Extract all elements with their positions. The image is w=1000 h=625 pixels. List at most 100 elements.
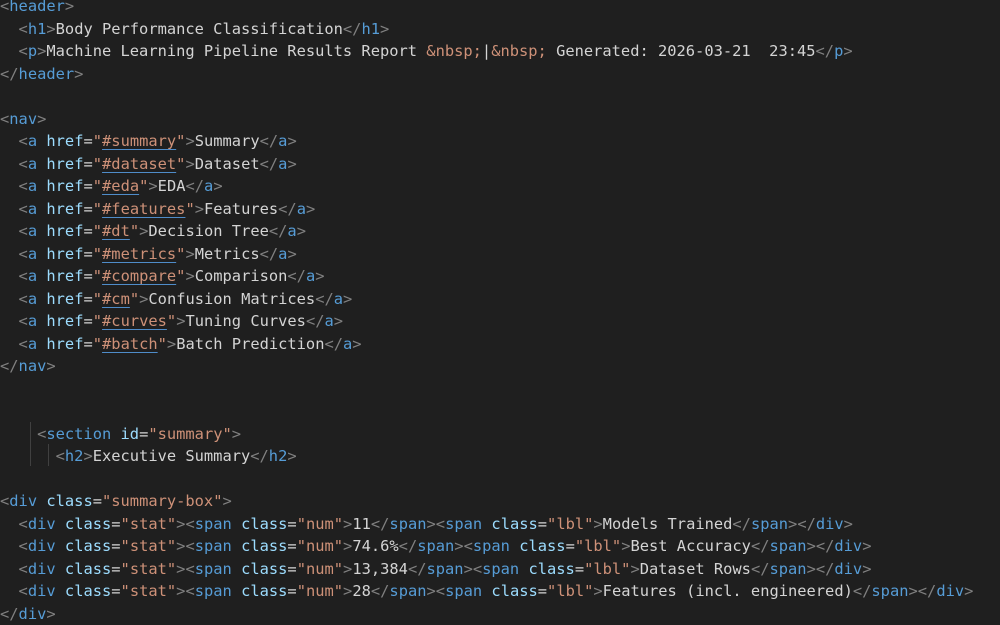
token-punc: </ [250, 447, 269, 465]
token-ent: &nbsp; [491, 42, 547, 60]
token-text [37, 290, 46, 308]
code-line[interactable]: <a href="#dataset">Dataset</a> [0, 153, 1000, 176]
code-line[interactable]: <div class="stat"><span class="num">13,3… [0, 558, 1000, 581]
code-line[interactable]: <a href="#features">Features</a> [0, 198, 1000, 221]
token-text: Body Performance Classification [56, 20, 343, 38]
token-tag: div [19, 605, 47, 623]
token-punc: > [464, 560, 473, 578]
code-line[interactable]: <p>Machine Learning Pipeline Results Rep… [0, 40, 1000, 63]
code-line[interactable]: <div class="stat"><span class="num">74.6… [0, 535, 1000, 558]
token-tag: div [28, 582, 56, 600]
code-line[interactable]: <div class="stat"><span class="num">28</… [0, 580, 1000, 603]
token-link[interactable]: #eda [102, 177, 139, 195]
token-str: "stat" [121, 537, 177, 555]
token-punc: < [19, 42, 28, 60]
token-punc: > [343, 537, 352, 555]
token-punc: < [19, 267, 28, 285]
token-tag: div [936, 582, 964, 600]
token-punc: < [19, 582, 28, 600]
token-punc: < [436, 515, 445, 533]
line-indent [0, 537, 19, 555]
code-line[interactable]: <div class="stat"><span class="num">11</… [0, 513, 1000, 536]
token-link[interactable]: #curves [102, 312, 167, 330]
token-punc: < [473, 560, 482, 578]
token-attr: class [491, 582, 537, 600]
token-link[interactable]: #cm [102, 290, 130, 308]
token-tag: span [445, 582, 482, 600]
token-link[interactable]: #features [102, 200, 185, 218]
code-line[interactable]: <a href="#cm">Confusion Matrices</a> [0, 288, 1000, 311]
token-attr: href [46, 155, 83, 173]
token-link[interactable]: #compare [102, 267, 176, 285]
code-line[interactable] [0, 85, 1000, 108]
token-str: "lbl" [584, 560, 630, 578]
token-str: " [93, 222, 102, 240]
code-line[interactable] [0, 378, 1000, 401]
code-line[interactable]: <div class="summary-box"> [0, 490, 1000, 513]
code-line[interactable]: </header> [0, 63, 1000, 86]
token-punc: > [427, 515, 436, 533]
code-line[interactable]: </div> [0, 603, 1000, 625]
token-text: Machine Learning Pipeline Results Report [46, 42, 426, 60]
token-punc: </ [816, 42, 835, 60]
token-tag: div [816, 515, 844, 533]
token-text: Executive Summary [93, 447, 251, 465]
code-line[interactable]: <h1>Body Performance Classification</h1> [0, 18, 1000, 41]
token-text [232, 582, 241, 600]
token-text [37, 492, 46, 510]
token-tag: section [46, 425, 111, 443]
token-attr: class [241, 582, 287, 600]
token-tag: a [28, 155, 37, 173]
token-str: " [93, 245, 102, 263]
code-line[interactable] [0, 400, 1000, 423]
token-text: 74.6% [352, 537, 398, 555]
token-text: = [83, 155, 92, 173]
token-punc: > [343, 560, 352, 578]
token-punc: > [630, 560, 639, 578]
token-tag: span [769, 560, 806, 578]
token-tag: span [195, 515, 232, 533]
line-indent [0, 222, 19, 240]
code-line[interactable]: <h2>Executive Summary</h2> [0, 445, 1000, 468]
token-tag: a [204, 177, 213, 195]
token-link[interactable]: #summary [102, 132, 176, 150]
token-text: = [83, 267, 92, 285]
token-tag: a [343, 335, 352, 353]
line-indent [0, 290, 19, 308]
code-line[interactable]: <a href="#dt">Decision Tree</a> [0, 220, 1000, 243]
token-link[interactable]: #dt [102, 222, 130, 240]
code-line[interactable]: <a href="#batch">Batch Prediction</a> [0, 333, 1000, 356]
token-text: = [111, 515, 120, 533]
code-line[interactable]: </nav> [0, 355, 1000, 378]
token-punc: </ [343, 20, 362, 38]
token-str: " [130, 290, 139, 308]
token-attr: href [46, 200, 83, 218]
token-link[interactable]: #batch [102, 335, 158, 353]
token-text [56, 560, 65, 578]
token-tag: a [297, 200, 306, 218]
code-line[interactable]: <nav> [0, 108, 1000, 131]
token-link[interactable]: #metrics [102, 245, 176, 263]
token-str: " [158, 335, 167, 353]
token-punc: > [380, 20, 389, 38]
code-line[interactable] [0, 468, 1000, 491]
code-line[interactable]: <section id="summary"> [0, 423, 1000, 446]
token-punc: < [0, 492, 9, 510]
token-text [510, 537, 519, 555]
token-text [37, 155, 46, 173]
code-editor[interactable]: <header> <h1>Body Performance Classifica… [0, 0, 1000, 612]
code-line[interactable]: <header> [0, 0, 1000, 18]
token-punc: </ [269, 222, 288, 240]
token-text: = [287, 515, 296, 533]
token-attr: class [241, 515, 287, 533]
line-indent [0, 582, 19, 600]
code-line[interactable]: <a href="#eda">EDA</a> [0, 175, 1000, 198]
code-line[interactable]: <a href="#compare">Comparison</a> [0, 265, 1000, 288]
token-tag: a [306, 267, 315, 285]
token-tag: span [389, 582, 426, 600]
token-tag: span [417, 537, 454, 555]
code-line[interactable]: <a href="#summary">Summary</a> [0, 130, 1000, 153]
token-link[interactable]: #dataset [102, 155, 176, 173]
code-line[interactable]: <a href="#curves">Tuning Curves</a> [0, 310, 1000, 333]
code-line[interactable]: <a href="#metrics">Metrics</a> [0, 243, 1000, 266]
